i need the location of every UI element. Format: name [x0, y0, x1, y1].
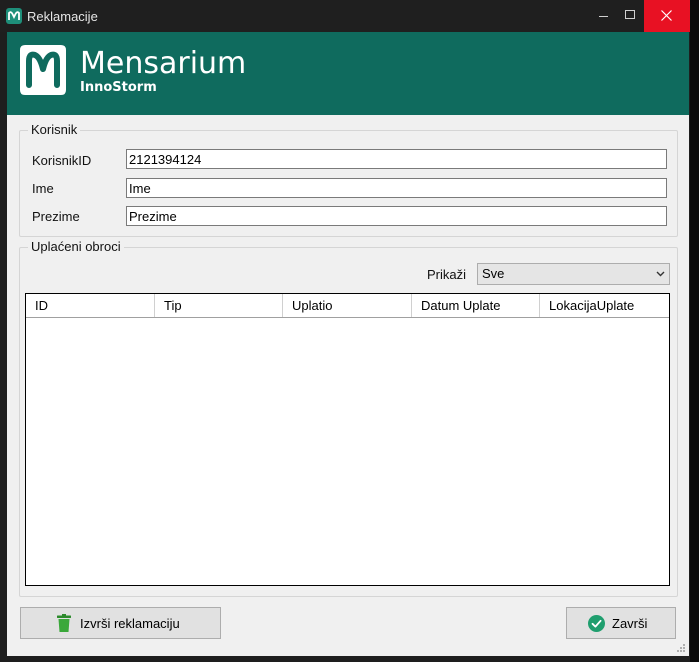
maximize-icon — [625, 10, 635, 19]
uplaceni-legend: Uplaćeni obroci — [28, 239, 124, 254]
ime-label: Ime — [32, 181, 54, 196]
column-header-uplatio[interactable]: Uplatio — [283, 294, 412, 317]
window-title: Reklamacije — [27, 9, 98, 24]
app-icon — [6, 8, 22, 24]
close-button[interactable] — [644, 0, 690, 32]
mensarium-logo-icon — [20, 45, 66, 95]
prikazi-label: Prikaži — [427, 267, 467, 282]
trash-icon — [57, 614, 71, 632]
prezime-field[interactable]: Prezime — [126, 206, 667, 226]
korisnikid-label: KorisnikID — [32, 153, 92, 168]
checkmark-circle-icon — [588, 615, 605, 632]
header-banner: Mensarium InnoStorm — [7, 32, 689, 115]
izvrsi-reklamaciju-label: Izvrši reklamaciju — [80, 616, 180, 631]
ime-field[interactable]: Ime — [126, 178, 667, 198]
brand-name: Mensarium — [80, 46, 247, 81]
prikazi-selected: Sve — [482, 266, 505, 281]
column-header-id[interactable]: ID — [26, 294, 155, 317]
prikazi-dropdown[interactable]: Sve — [477, 263, 670, 285]
resize-grip-icon[interactable] — [676, 643, 686, 653]
izvrsi-reklamaciju-button[interactable]: Izvrši reklamaciju — [20, 607, 221, 639]
column-header-lokacija-uplate[interactable]: LokacijaUplate — [540, 294, 669, 317]
korisnikid-field[interactable]: 2121394124 — [126, 149, 667, 169]
prezime-label: Prezime — [32, 209, 80, 224]
column-header-datum-uplate[interactable]: Datum Uplate — [412, 294, 540, 317]
obroci-table[interactable]: ID Tip Uplatio Datum Uplate LokacijaUpla… — [25, 293, 670, 586]
client-area: Mensarium InnoStorm Korisnik KorisnikID … — [7, 32, 689, 656]
window-edge — [690, 0, 699, 662]
zavrsi-label: Završi — [612, 616, 648, 631]
zavrsi-button[interactable]: Završi — [566, 607, 676, 639]
close-icon — [661, 10, 672, 21]
title-bar[interactable]: Reklamacije — [0, 0, 699, 32]
korisnik-legend: Korisnik — [28, 122, 81, 137]
column-header-tip[interactable]: Tip — [155, 294, 283, 317]
brand-subtitle: InnoStorm — [80, 80, 157, 95]
table-header: ID Tip Uplatio Datum Uplate LokacijaUpla… — [26, 294, 669, 318]
chevron-down-icon — [656, 271, 665, 277]
